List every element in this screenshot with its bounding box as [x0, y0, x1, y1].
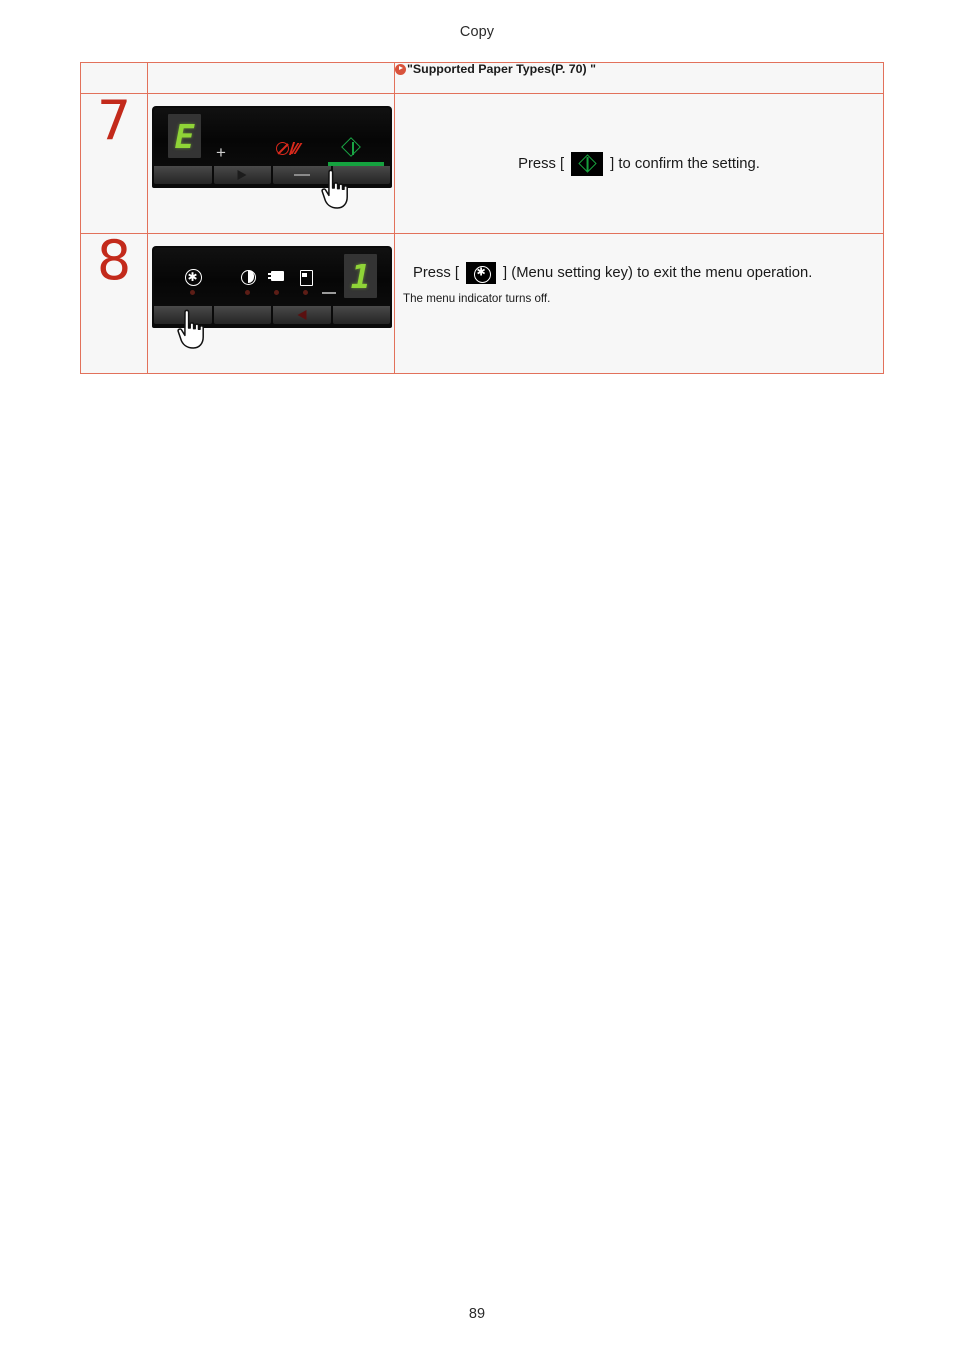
indicator-menu-setting[interactable]	[184, 268, 202, 295]
page-number-footer: 89	[0, 1306, 954, 1322]
indicator-icon-row	[184, 268, 314, 295]
step-7-illustration-cell: E +	[147, 93, 395, 234]
panel-face: E +	[154, 108, 390, 166]
page-header-title: Copy	[459, 24, 495, 40]
play-circle-icon	[395, 63, 406, 75]
step-number: 7	[96, 89, 132, 152]
paper-settings-icon	[268, 268, 285, 285]
step-8-instruction-cell: Press [ ] (Menu setting key) to exit the…	[394, 233, 884, 374]
indicator-id-card-copy[interactable]	[297, 268, 314, 295]
page-running-header: Copy	[0, 24, 954, 40]
step-8-illustration-cell: 1	[147, 233, 395, 374]
panel-button-4[interactable]	[332, 306, 390, 324]
indicator-led	[245, 290, 250, 295]
instruction-prefix: Press [	[518, 155, 565, 172]
minus-icon	[293, 174, 310, 176]
seven-segment-display: 1	[344, 254, 377, 298]
start-key-icon	[571, 151, 604, 176]
indicator-paper-settings[interactable]	[268, 268, 285, 295]
display-digit: E	[174, 116, 195, 156]
panel-button-2[interactable]	[213, 166, 271, 184]
reference-row-text-cell: " Supported Paper Types(P. 70) "	[394, 62, 884, 94]
minus-icon	[322, 292, 336, 294]
reference-link-text[interactable]: Supported Paper Types(P. 70)	[413, 63, 587, 76]
table-row-step-7: 7 E + Press [] to confirm the setting.	[80, 89, 884, 234]
reference-row-image-cell	[147, 62, 395, 94]
step-8-number-cell: 8	[80, 229, 148, 374]
hand-pointer-icon	[318, 168, 352, 210]
menu-setting-icon	[184, 268, 202, 286]
menu-setting-icon	[466, 262, 497, 284]
instruction-suffix: ] to confirm the setting.	[610, 155, 760, 172]
play-left-icon	[297, 310, 307, 320]
step-7-number-cell: 7	[80, 89, 148, 234]
table-row-reference: " Supported Paper Types(P. 70) "	[80, 62, 884, 94]
step-7-instruction: Press [ ] to confirm the setting.	[395, 151, 883, 176]
hand-pointer-icon	[174, 308, 208, 350]
operation-panel-illustration-step-8: 1	[152, 246, 392, 366]
display-digit: 1	[350, 256, 371, 296]
contrast-icon	[239, 268, 256, 285]
stop-key-icon	[276, 142, 303, 155]
indicator-led	[303, 290, 308, 295]
instruction-prefix: Press [	[413, 265, 460, 281]
procedure-steps-table: " Supported Paper Types(P. 70) " 7 E + P…	[80, 62, 884, 374]
step-8-instruction-line: Press [ ] (Menu setting key) to exit the…	[403, 262, 875, 284]
reference-close-quote: "	[590, 62, 596, 76]
panel-button-1[interactable]	[154, 166, 212, 184]
plus-label: +	[216, 143, 226, 162]
play-right-icon	[237, 170, 247, 180]
id-card-copy-icon	[297, 268, 314, 286]
instruction-suffix: ] (Menu setting key) to exit the menu op…	[503, 265, 813, 281]
step-number: 8	[96, 229, 132, 292]
step-8-instruction-note: The menu indicator turns off.	[403, 292, 551, 305]
step-7-instruction-cell: Press [ ] to confirm the setting.	[394, 93, 884, 234]
panel-button-2[interactable]	[213, 306, 271, 324]
page-number: 89	[468, 1306, 486, 1322]
start-key-icon	[341, 137, 364, 160]
panel-button-strip	[154, 166, 390, 184]
panel-button-3[interactable]	[273, 306, 331, 324]
table-row-step-8: 8 ✱ 1 Press [✱] (Menu setting key) to …	[80, 229, 884, 374]
step-8-instruction: Press [ ] (Menu setting key) to exit the…	[403, 262, 875, 305]
panel-face: 1	[154, 248, 390, 306]
indicator-led	[190, 290, 195, 295]
seven-segment-display: E	[168, 114, 201, 158]
indicator-contrast[interactable]	[239, 268, 256, 295]
printer-operation-panel: E +	[152, 106, 392, 188]
operation-panel-illustration-step-7: E +	[152, 106, 392, 226]
indicator-led	[274, 290, 279, 295]
supported-paper-types-reference[interactable]: " Supported Paper Types(P. 70) "	[395, 63, 883, 75]
